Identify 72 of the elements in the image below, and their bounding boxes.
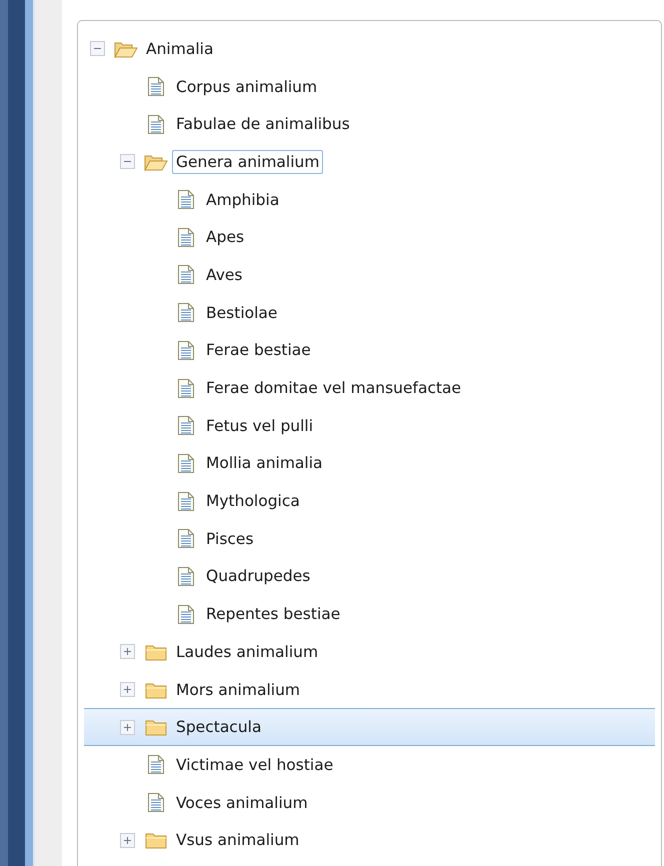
document-icon (177, 452, 195, 474)
tree-item-label: Mythologica (205, 491, 301, 512)
tree-row[interactable]: Victimae vel hostiae (84, 746, 655, 784)
tree-item-label: Quadrupedes (205, 566, 312, 588)
tree-item-label: Corpus animalium (175, 76, 318, 98)
tree-row[interactable]: Aves (84, 256, 655, 294)
tree-row[interactable]: Mollia animalia (84, 444, 655, 482)
tree-item-label: Ferae domitae vel mansuefactae (205, 378, 462, 400)
tree-row[interactable]: Laudes animalium (84, 633, 655, 671)
document-icon (177, 490, 195, 512)
tree-item-label: Apes (205, 227, 246, 248)
open-folder-icon (114, 40, 138, 58)
folder-icon (145, 718, 167, 736)
document-icon (177, 302, 195, 324)
document-icon (177, 340, 195, 361)
document-icon (177, 604, 195, 625)
tree-row[interactable]: Repentes bestiae (84, 595, 655, 633)
tree-item-label: Genera animalium (172, 150, 324, 174)
tree-item-label: Bestiolae (205, 302, 278, 324)
tree-item-label: Spectacula (175, 717, 262, 738)
expand-icon[interactable] (120, 682, 135, 698)
tree-item-label: Laudes animalium (175, 642, 320, 663)
tree-row[interactable]: Corpus animalium (84, 68, 655, 106)
document-icon (147, 754, 165, 776)
tree-row[interactable]: Apes (84, 218, 655, 256)
tree-item-label: Victimae vel hostiae (175, 754, 334, 776)
tree-item-label: Mors animalium (175, 680, 301, 701)
folder-icon (145, 680, 167, 699)
tree-item-label: Repentes bestiae (205, 604, 342, 626)
tree-item-label: Vsus animalium (175, 830, 300, 852)
tree-row[interactable]: Mythologica (84, 482, 655, 520)
tree-row[interactable]: Vsus animalium (84, 821, 655, 860)
document-icon (147, 76, 165, 98)
document-icon (177, 226, 195, 248)
tree-item-label: Fetus vel pulli (205, 416, 314, 437)
tree-item-label: Voces animalium (175, 792, 309, 814)
document-icon (147, 114, 165, 135)
collapse-icon[interactable] (90, 41, 105, 56)
tree-item-label: Amphibia (205, 190, 280, 211)
tree-row[interactable]: Mors animalium (84, 670, 655, 708)
document-icon (147, 792, 165, 814)
tree-row[interactable]: Ferae domitae vel mansuefactae (84, 369, 655, 407)
tree-item-label: Mollia animalia (205, 453, 324, 474)
tree-row[interactable]: Quadrupedes (84, 558, 655, 596)
tree-item-label: Ferae bestiae (205, 340, 312, 362)
tree-row[interactable]: Fetus vel pulli (84, 406, 655, 445)
tree-row[interactable]: Bestiolae (84, 294, 655, 332)
tree-item-label: Animalia (145, 38, 214, 60)
tree-row[interactable]: Amphibia (84, 180, 655, 218)
tree-row[interactable]: Fabulae de animalibus (84, 105, 655, 144)
document-icon (177, 528, 195, 550)
tree-row[interactable]: Genera animalium (84, 143, 655, 181)
collapse-icon[interactable] (120, 154, 135, 170)
tree-item-label: Fabulae de animalibus (175, 114, 351, 136)
tree-row[interactable]: Spectacula (84, 708, 655, 746)
tree-item-label: Aves (205, 264, 244, 286)
expand-icon[interactable] (120, 720, 135, 735)
tree-row[interactable]: Pisces (84, 520, 655, 558)
open-folder-icon (144, 152, 168, 171)
document-icon (177, 264, 195, 286)
expand-icon[interactable] (120, 644, 135, 660)
expand-icon[interactable] (120, 832, 135, 848)
tree-row[interactable]: Animalia (84, 30, 655, 68)
folder-icon (145, 831, 167, 850)
document-icon (177, 566, 195, 587)
folder-icon (145, 642, 167, 661)
document-icon (177, 189, 195, 210)
tree-row[interactable]: Voces animalium (84, 784, 655, 822)
tree-item-label: Pisces (205, 528, 255, 550)
document-icon (177, 415, 195, 436)
tree-row[interactable]: Ferae bestiae (84, 332, 655, 370)
document-icon (177, 378, 195, 399)
